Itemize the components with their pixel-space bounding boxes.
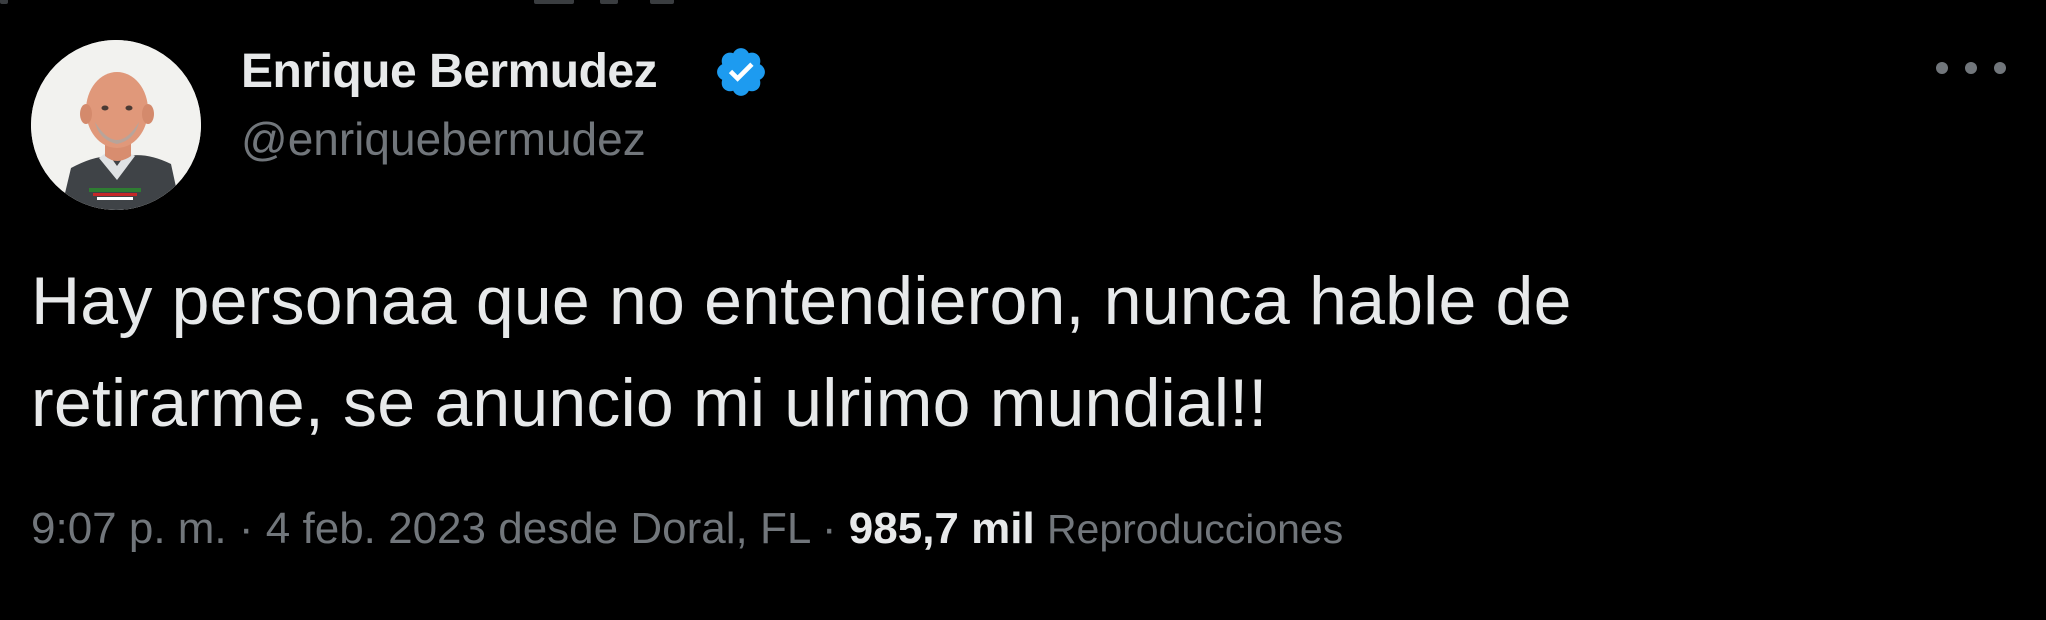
dot-icon: [1936, 62, 1948, 74]
more-options-icon[interactable]: [1936, 48, 2006, 88]
tweet-card: Enrique Bermudez @enriquebermudez Hay pe…: [0, 0, 2046, 620]
author-name[interactable]: Enrique Bermudez: [241, 44, 658, 99]
views-count: 985,7 mil: [848, 504, 1035, 553]
dot-icon: [1965, 62, 1977, 74]
author-handle[interactable]: @enriquebermudez: [241, 112, 646, 166]
avatar[interactable]: [31, 40, 201, 210]
avatar-image: [31, 40, 201, 210]
tweet-location[interactable]: Doral, FL: [630, 504, 809, 553]
meta-separator: ·: [821, 504, 837, 553]
tweet-text: Hay personaa que no entendieron, nunca h…: [31, 263, 1572, 441]
tweet-date[interactable]: 4 feb. 2023: [266, 504, 486, 553]
tweet-meta: 9:07 p. m. · 4 feb. 2023 desde Doral, FL…: [31, 504, 1343, 554]
dot-icon: [1994, 62, 2006, 74]
location-prefix: desde: [498, 504, 619, 553]
verified-badge-icon: [717, 48, 765, 96]
tweet-time[interactable]: 9:07 p. m.: [31, 504, 227, 553]
views-label: Reproducciones: [1046, 506, 1344, 552]
meta-separator: ·: [238, 504, 254, 553]
